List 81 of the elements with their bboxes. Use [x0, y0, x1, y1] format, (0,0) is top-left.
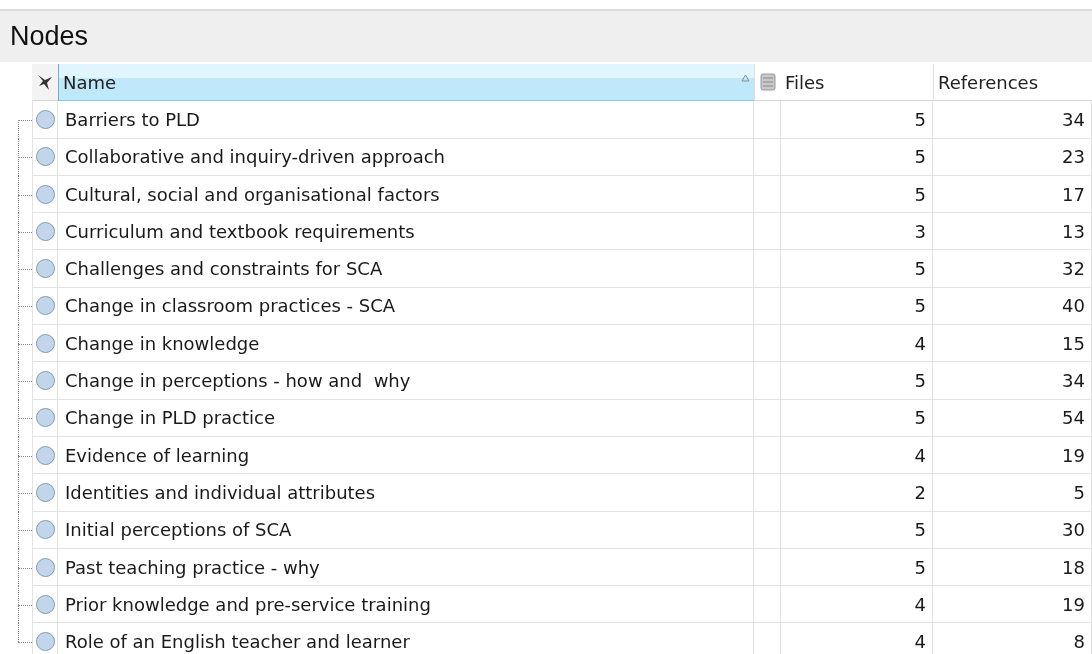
empty-cell [754, 586, 781, 624]
pin-icon[interactable] [36, 73, 54, 92]
empty-cell [754, 399, 781, 437]
table-cell: 5 [781, 250, 933, 288]
empty-cell [754, 436, 781, 475]
table-cell: 5 [781, 511, 933, 549]
table-cell: 23 [933, 138, 1092, 176]
node-icon [35, 147, 55, 167]
table-cell: 4 [781, 436, 933, 475]
table-cell: 30 [933, 511, 1092, 549]
table-cell: Prior knowledge and pre-service training [58, 586, 754, 624]
node-icon [35, 557, 55, 577]
table-cell: Change in perceptions - how and why [58, 362, 754, 400]
table-cell: 5 [781, 399, 933, 437]
table-cell: 2 [781, 474, 933, 512]
node-icon [35, 184, 55, 204]
table-cell: 32 [933, 250, 1092, 288]
empty-cell [754, 362, 781, 400]
node-icon [35, 445, 55, 465]
table-cell: Challenges and constraints for SCA [58, 250, 754, 288]
table-cell: 4 [781, 586, 933, 624]
table-cell: 5 [781, 138, 933, 176]
empty-cell [754, 548, 781, 587]
table-cell: Curriculum and textbook requirements [58, 213, 754, 251]
table-cell: 17 [933, 175, 1092, 214]
table-cell: Past teaching practice - why [58, 548, 754, 587]
table-cell: 54 [933, 399, 1092, 437]
node-icon [35, 333, 55, 353]
column-header[interactable]: References [933, 64, 1092, 102]
node-icon [35, 371, 55, 390]
node-icon [35, 594, 55, 614]
table-cell: 34 [933, 101, 1092, 139]
node-icon [35, 296, 55, 316]
table-cell: 8 [933, 623, 1092, 654]
table-cell: 5 [781, 287, 933, 326]
table-cell: Identities and individual attributes [58, 474, 754, 512]
table-cell: 19 [933, 586, 1092, 624]
table-cell: Change in PLD practice [58, 399, 754, 437]
table-cell: Initial perceptions of SCA [58, 511, 754, 549]
sort-arrow-icon [741, 74, 750, 82]
table-cell: 4 [781, 623, 933, 654]
table-cell: 5 [781, 362, 933, 400]
empty-cell [754, 511, 781, 549]
node-icon [35, 221, 55, 241]
table-cell: 3 [781, 213, 933, 251]
node-icon [35, 520, 55, 540]
node-icon [35, 632, 55, 652]
table-cell: 19 [933, 436, 1092, 475]
empty-cell [754, 474, 781, 512]
table-cell: Barriers to PLD [58, 101, 754, 139]
empty-cell [754, 325, 781, 363]
table-cell: Role of an English teacher and learner [58, 623, 754, 654]
empty-cell [754, 101, 781, 139]
panel-title: Nodes [10, 21, 89, 52]
files-icon [759, 72, 777, 93]
node-icon [35, 408, 55, 428]
empty-cell [754, 213, 781, 251]
table-cell: 4 [781, 325, 933, 363]
table-cell: 40 [933, 287, 1092, 326]
table-cell: Collaborative and inquiry-driven approach [58, 138, 754, 176]
table-cell: Change in classroom practices - SCA [58, 287, 754, 326]
column-header[interactable]: Name [58, 64, 754, 102]
table-cell: Cultural, social and organisational factors [58, 175, 754, 214]
empty-cell [754, 138, 781, 176]
table-cell: 5 [781, 175, 933, 214]
empty-cell [754, 175, 781, 214]
table-cell: 34 [933, 362, 1092, 400]
column-header[interactable]: Files [781, 64, 933, 102]
table-cell: 5 [781, 101, 933, 139]
table-cell: 5 [933, 474, 1092, 512]
table-cell: 5 [781, 548, 933, 587]
node-icon [35, 259, 55, 279]
empty-cell [754, 287, 781, 326]
node-icon [35, 482, 55, 502]
table-cell: 13 [933, 213, 1092, 251]
node-icon [35, 109, 55, 129]
empty-cell [754, 250, 781, 288]
table-cell: 18 [933, 548, 1092, 587]
table-cell: Change in knowledge [58, 325, 754, 363]
table-cell: 15 [933, 325, 1092, 363]
table-cell: Evidence of learning [58, 436, 754, 475]
